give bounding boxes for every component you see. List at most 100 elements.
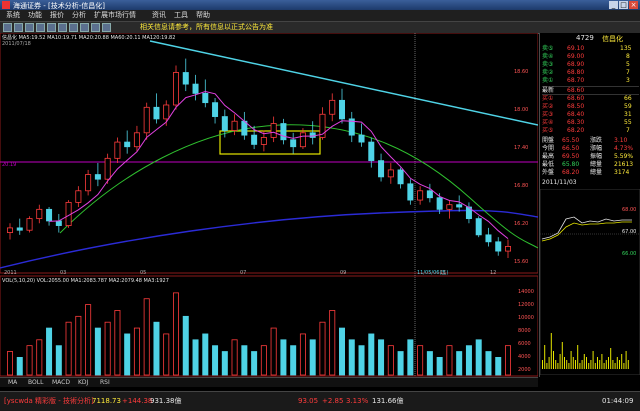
- mini-volume-bar: [577, 345, 579, 369]
- mini-tick: 67.00: [622, 229, 636, 235]
- index1-change: +144.38: [122, 397, 153, 405]
- menu-item-news[interactable]: 资讯: [152, 11, 166, 20]
- volume-tick: 2000: [518, 367, 531, 373]
- ask-row-3[interactable]: 卖③ 68.90 5: [542, 61, 639, 68]
- mini-volume-bar: [550, 333, 552, 369]
- candle-body: [143, 106, 150, 134]
- chart-area[interactable]: 信昌化 MA5:19.52 MA10:19.71 MA20:20.88 MA60…: [0, 33, 538, 377]
- price-tick: 15.60: [514, 259, 528, 265]
- candle-body: [280, 123, 287, 141]
- minimize-button[interactable]: _: [609, 1, 618, 9]
- mini-volume-bar: [544, 345, 546, 369]
- menu-item-extended-market[interactable]: 扩展市场行情: [94, 11, 136, 20]
- menu-item-system[interactable]: 系统: [6, 11, 20, 20]
- volume-tick: 12000: [518, 302, 534, 308]
- bid-row-3[interactable]: 买③ 68.40 31: [542, 111, 639, 118]
- bid-price: 68.60: [567, 95, 585, 102]
- bid-row-2[interactable]: 买② 68.50 59: [542, 103, 639, 110]
- menu-item-function[interactable]: 功能: [28, 11, 42, 20]
- volume-tick: 4000: [518, 354, 531, 360]
- quote-panel: 4729 信昌化 卖⑤ 69.10 135 卖④ 69.00 8 卖③ 68.9…: [539, 33, 640, 377]
- volume-bar: [309, 339, 316, 376]
- bid-row-1[interactable]: 买① 68.60 66: [542, 95, 639, 102]
- candle-body: [368, 141, 375, 162]
- help-icon[interactable]: [91, 23, 100, 32]
- volume-bar: [163, 333, 170, 376]
- close-button[interactable]: ×: [629, 1, 638, 9]
- back-icon[interactable]: [3, 23, 12, 32]
- candle-body: [426, 190, 433, 199]
- bid-row-5[interactable]: 买⑤ 68.20 7: [542, 127, 639, 134]
- candle-body: [153, 106, 160, 120]
- index2-percent: 3.13%: [346, 397, 369, 405]
- index2-volume: 131.66億: [372, 397, 404, 405]
- chart-date-label: 2011/07/18: [2, 41, 31, 47]
- menu-item-analysis[interactable]: 分析: [72, 11, 86, 20]
- ask-row-5[interactable]: 卖⑤ 69.10 135: [542, 45, 639, 52]
- app-logo-icon: [2, 1, 10, 9]
- price-tick: 17.40: [514, 145, 528, 151]
- candle-body: [378, 160, 385, 178]
- mini-volume-bar: [579, 363, 581, 369]
- bid-label: 买④: [542, 119, 554, 126]
- menu-item-tools[interactable]: 工具: [174, 11, 188, 20]
- news-icon[interactable]: [58, 23, 67, 32]
- ask-label: 卖①: [542, 77, 554, 84]
- ask-row-1[interactable]: 卖① 68.70 3: [542, 77, 639, 84]
- bid-volume: 7: [626, 127, 630, 134]
- maximize-button[interactable]: □: [619, 1, 628, 9]
- stat-row: 開盤 65.50 漲跌 3.10: [542, 137, 639, 144]
- index1-volume: 931.38億: [150, 397, 182, 405]
- print-icon[interactable]: [80, 23, 89, 32]
- tab-kdj[interactable]: KDJ: [78, 379, 88, 386]
- ask-price: 69.10: [567, 45, 585, 52]
- mini-volume-bar: [594, 363, 596, 369]
- status-app-label[interactable]: [yscwda 精彩版 - 技術分析]: [4, 396, 94, 406]
- tab-rsi[interactable]: RSI: [100, 379, 110, 386]
- search-icon[interactable]: [102, 23, 111, 32]
- mini-volume-bar: [627, 360, 629, 369]
- chart-icon[interactable]: [36, 23, 45, 32]
- volume-bar: [221, 351, 228, 376]
- mini-volume-bar: [572, 357, 574, 369]
- volume-bar: [358, 345, 365, 376]
- stat-key: 漲跌: [590, 137, 603, 144]
- menu-item-quote[interactable]: 报价: [50, 11, 64, 20]
- stat-key: 外盤: [542, 169, 555, 176]
- quote-icon[interactable]: [47, 23, 56, 32]
- forward-icon[interactable]: [14, 23, 23, 32]
- volume-bar: [241, 345, 248, 376]
- volume-header: VOL(5,10,20) VOL:2055.00 MA1:2083.787 MA…: [2, 278, 169, 284]
- home-icon[interactable]: [25, 23, 34, 32]
- kline-chart[interactable]: 信昌化 MA5:19.52 MA10:19.71 MA20:20.88 MA60…: [0, 33, 538, 377]
- tab-ma[interactable]: MA: [8, 379, 17, 386]
- candle-body: [55, 220, 62, 226]
- tab-boll[interactable]: BOLL: [28, 379, 43, 386]
- ask-row-4[interactable]: 卖④ 69.00 8: [542, 53, 639, 60]
- tab-macd[interactable]: MACD: [52, 379, 70, 386]
- volume-tick: 8000: [518, 328, 531, 334]
- stat-row: 今開 66.50 漲幅 4.73%: [542, 145, 639, 152]
- candle-body: [26, 218, 33, 231]
- bid-row-4[interactable]: 买④ 68.30 55: [542, 119, 639, 126]
- menu-item-help[interactable]: 帮助: [196, 11, 210, 20]
- mini-volume-bar: [612, 360, 614, 369]
- mini-volume-bar: [564, 357, 565, 369]
- ask-row-2[interactable]: 卖② 68.80 7: [542, 69, 639, 76]
- intraday-chart[interactable]: 68.00 67.00 66.00: [540, 189, 640, 375]
- ask-label: 卖⑤: [542, 45, 554, 52]
- candle-body: [260, 137, 267, 145]
- settings-icon[interactable]: [69, 23, 78, 32]
- ask-volume: 7: [626, 69, 630, 76]
- candle-body: [270, 123, 277, 138]
- mini-volume-bar: [599, 360, 601, 369]
- candle-body: [221, 116, 228, 131]
- candle-body: [299, 132, 306, 148]
- bid-price: 68.20: [567, 127, 585, 134]
- volume-bar: [133, 327, 140, 376]
- volume-tick: 10000: [518, 315, 534, 321]
- mini-volume-bar: [586, 357, 587, 369]
- mini-volume-bar: [590, 360, 592, 369]
- candle-body: [397, 169, 404, 185]
- index1-value: 7118.73: [92, 397, 121, 405]
